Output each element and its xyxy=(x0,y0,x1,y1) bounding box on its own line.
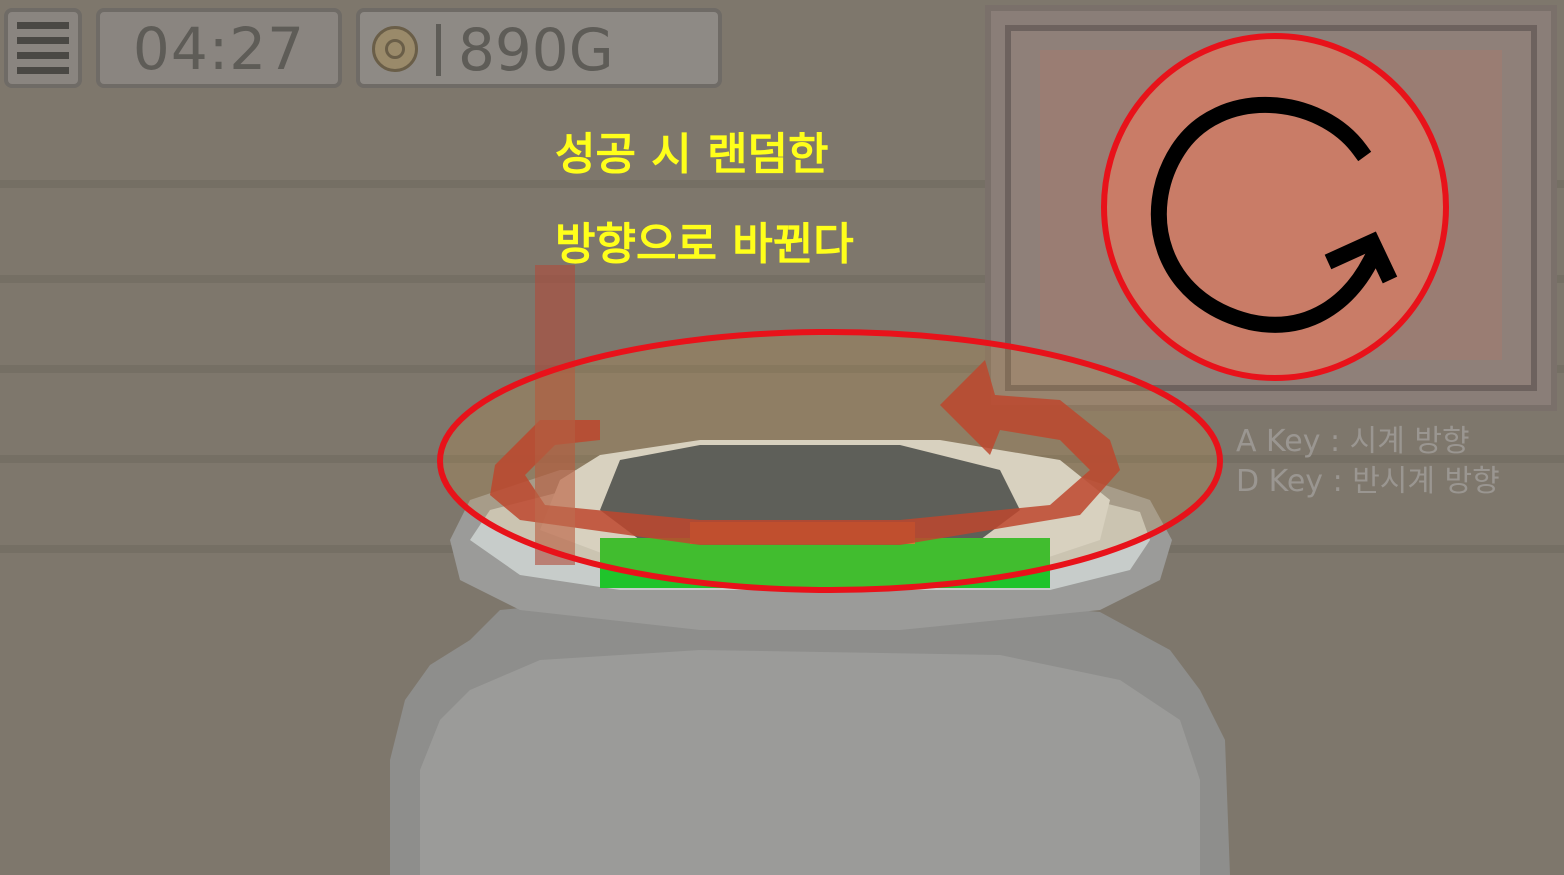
caption-line-2: 방향으로 바뀐다 xyxy=(555,219,854,270)
clockwise-arrow-icon xyxy=(1101,33,1449,381)
a-key-hint: A Key : 시계 방향 xyxy=(1236,424,1470,459)
instruction-caption: 성공 시 랜덤한 방향으로 바뀐다 xyxy=(555,110,975,290)
controls-hint: A Key : 시계 방향 D Key : 반시계 방향 xyxy=(1236,422,1500,502)
d-key-hint: D Key : 반시계 방향 xyxy=(1236,464,1500,499)
highlight-ring-pot xyxy=(437,329,1223,593)
caption-line-1: 성공 시 랜덤한 xyxy=(555,129,829,180)
